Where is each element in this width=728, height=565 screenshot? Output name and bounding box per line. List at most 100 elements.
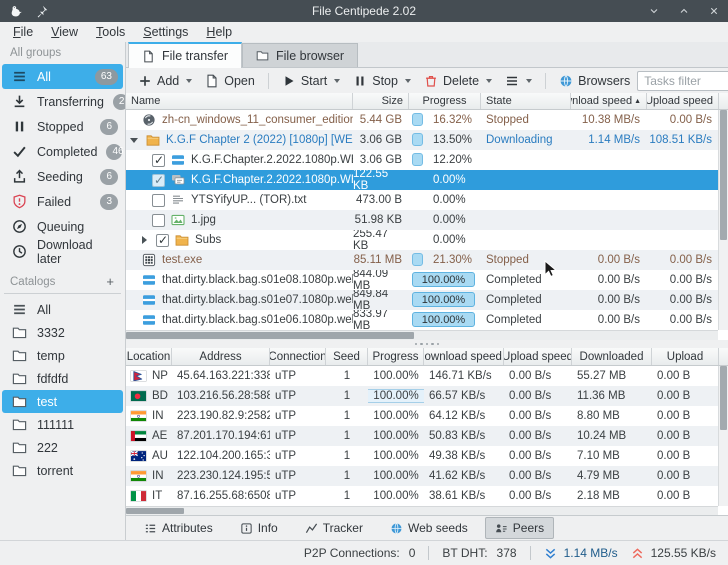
expander-down-icon[interactable] xyxy=(128,134,140,146)
column-header-address[interactable]: Address xyxy=(172,348,270,365)
more-menu-button[interactable] xyxy=(499,72,538,90)
task-row[interactable]: zh-cn_windows_11_consumer_editions_upd…5… xyxy=(126,110,718,130)
menu-tools[interactable]: Tools xyxy=(87,24,134,40)
menu-file[interactable]: File xyxy=(4,24,42,40)
row-checkbox[interactable] xyxy=(152,154,165,167)
detail-tab-info[interactable]: Info xyxy=(230,517,288,539)
peers-vertical-scrollbar[interactable] xyxy=(718,366,728,506)
catalog-3332[interactable]: 3332 xyxy=(2,321,123,344)
expander-right-icon[interactable] xyxy=(138,234,150,246)
task-row[interactable]: that.dirty.black.bag.s01e06.1080p.web.h2… xyxy=(126,310,718,330)
column-header-download-speed[interactable]: Download speed▲ xyxy=(571,93,647,109)
open-button[interactable]: Open xyxy=(199,72,261,90)
column-header-size[interactable]: Size xyxy=(353,93,409,109)
tab-file-transfer[interactable]: File transfer xyxy=(128,42,242,68)
menu-view[interactable]: View xyxy=(42,24,87,40)
menu-help[interactable]: Help xyxy=(197,24,241,40)
sidebar-group-seeding[interactable]: Seeding6 xyxy=(2,164,123,189)
tasks-vertical-scrollbar[interactable] xyxy=(718,110,728,330)
task-row[interactable]: K.G.F Chapter 2 (2022) [1080p] [WEBRip] … xyxy=(126,130,718,150)
row-checkbox[interactable] xyxy=(152,194,165,207)
cell-download-speed: 64.12 KB/s xyxy=(424,406,504,426)
maximize-button[interactable] xyxy=(678,5,690,17)
catalog-temp[interactable]: temp xyxy=(2,344,123,367)
task-row[interactable]: test.exe85.11 MB21.30%Stopped0.00 B/s0.0… xyxy=(126,250,718,270)
menu-settings[interactable]: Settings xyxy=(134,24,197,40)
catalog-fdfdfd[interactable]: fdfdfd xyxy=(2,367,123,390)
tasks-vscroll-thumb[interactable] xyxy=(720,110,727,240)
start-button[interactable]: Start xyxy=(276,72,346,90)
task-row[interactable]: that.dirty.black.bag.s01e07.1080p.web.h2… xyxy=(126,290,718,310)
peer-row[interactable]: AE87.201.170.194:61186uTP1100.00%50.83 K… xyxy=(126,426,718,446)
row-checkbox[interactable] xyxy=(156,234,169,247)
task-row[interactable]: Subs255.47 KB0.00% xyxy=(126,230,718,250)
task-row[interactable]: K.G.F.Chapter.2.2022.1080p.WEBRip.x…122.… xyxy=(126,170,718,190)
column-header-name[interactable]: Name xyxy=(126,93,353,109)
column-header-progress[interactable]: Progress xyxy=(409,93,481,109)
cell-size: 3.06 GB xyxy=(353,130,409,150)
tasks-horizontal-scrollbar[interactable] xyxy=(126,330,718,340)
column-header-downloaded[interactable]: Downloaded xyxy=(572,348,652,365)
detail-tab-attributes[interactable]: Attributes xyxy=(134,517,223,539)
task-row[interactable]: that.dirty.black.bag.s01e08.1080p.web.h2… xyxy=(126,270,718,290)
peer-row[interactable]: BD103.216.56.28:58896uTP1100.00%66.57 KB… xyxy=(126,386,718,406)
detail-tab-tracker[interactable]: Tracker xyxy=(295,517,373,539)
catalog-test[interactable]: test xyxy=(2,390,123,413)
catalog-torrent[interactable]: torrent xyxy=(2,459,123,482)
cell-download-speed xyxy=(571,210,647,230)
sidebar-group-queuing[interactable]: Queuing xyxy=(2,214,123,239)
delete-button[interactable]: Delete xyxy=(418,72,498,90)
column-header-upload-speed[interactable]: Upload speed xyxy=(504,348,572,365)
tabbar: File transferFile browser xyxy=(126,42,728,68)
tab-file-browser[interactable]: File browser xyxy=(242,43,358,67)
peers-vscroll-thumb[interactable] xyxy=(720,366,727,430)
column-header-location[interactable]: Location xyxy=(126,348,172,365)
column-label: Downloaded xyxy=(580,351,644,363)
cell-downloaded: 7.10 MB xyxy=(572,446,652,466)
sidebar-group-completed[interactable]: Completed46 xyxy=(2,139,123,164)
column-header-seed[interactable]: Seed xyxy=(326,348,368,365)
sidebar-group-failed[interactable]: Failed3 xyxy=(2,189,123,214)
peers-hscroll-thumb[interactable] xyxy=(126,508,184,514)
column-header-upload-speed[interactable]: Upload speed xyxy=(647,93,719,109)
sidebar-group-all[interactable]: All63 xyxy=(2,64,123,89)
minimize-button[interactable] xyxy=(648,5,660,17)
column-header-download-speed[interactable]: Download speed▲ xyxy=(424,348,504,365)
task-row[interactable]: 1.jpg51.98 KB0.00% xyxy=(126,210,718,230)
catalog-111111[interactable]: 111111 xyxy=(2,413,123,436)
tasks-filter-input[interactable] xyxy=(638,72,728,90)
browsers-button[interactable]: Browsers xyxy=(553,72,636,90)
sidebar-group-transferring[interactable]: Transferring2 xyxy=(2,89,123,114)
peers-horizontal-scrollbar[interactable] xyxy=(126,506,718,515)
upload-chevrons-icon xyxy=(631,547,644,560)
catalog-all[interactable]: All xyxy=(2,298,123,321)
detail-tab-web-seeds[interactable]: Web seeds xyxy=(380,517,478,539)
detail-tab-peers[interactable]: Peers xyxy=(485,517,554,539)
catalog-222[interactable]: 222 xyxy=(2,436,123,459)
peer-row[interactable]: IN223.230.124.195:54348uTP1100.00%41.62 … xyxy=(126,466,718,486)
pin-icon[interactable] xyxy=(34,4,49,19)
column-header-connection[interactable]: Connection xyxy=(270,348,326,365)
tasks-hscroll-thumb[interactable] xyxy=(126,332,414,339)
column-label: Progress xyxy=(372,351,418,363)
peer-row[interactable]: NP45.64.163.221:33822uTP1100.00%146.71 K… xyxy=(126,366,718,386)
cell-download-speed: 0.00 B/s xyxy=(571,270,647,290)
peer-row[interactable]: IN223.190.82.9:25828uTP1100.00%64.12 KB/… xyxy=(126,406,718,426)
pane-splitter[interactable] xyxy=(126,340,728,348)
add-catalog-button[interactable]: + xyxy=(103,275,117,288)
sidebar-group-download-later[interactable]: Download later xyxy=(2,239,123,264)
row-checkbox[interactable] xyxy=(152,174,165,187)
close-button[interactable] xyxy=(708,5,720,17)
peer-row[interactable]: AU122.104.200.165:37738uTP1100.00%49.38 … xyxy=(126,446,718,466)
add-button[interactable]: Add xyxy=(132,72,198,90)
row-checkbox[interactable] xyxy=(152,214,165,227)
column-header-state[interactable]: State xyxy=(481,93,571,109)
stop-button[interactable]: Stop xyxy=(347,72,417,90)
info-icon xyxy=(240,522,253,535)
column-header-upload[interactable]: Upload xyxy=(652,348,719,365)
peer-row[interactable]: IT87.16.255.68:65085uTP1100.00%38.61 KB/… xyxy=(126,486,718,506)
task-row[interactable]: YTSYifyUP... (TOR).txt473.00 B0.00% xyxy=(126,190,718,210)
task-row[interactable]: K.G.F.Chapter.2.2022.1080p.WEBRip.x…3.06… xyxy=(126,150,718,170)
sidebar-group-stopped[interactable]: Stopped6 xyxy=(2,114,123,139)
column-header-progress[interactable]: Progress xyxy=(368,348,424,365)
